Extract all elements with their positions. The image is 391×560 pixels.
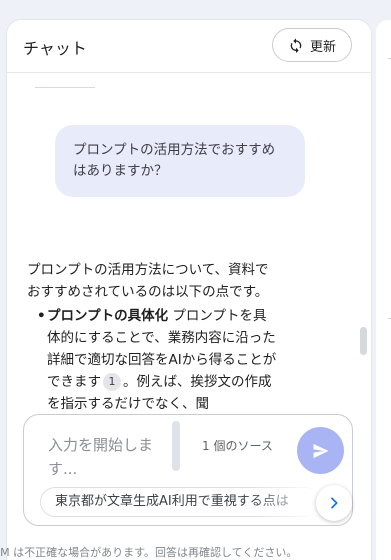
citation-button[interactable]: 1 — [103, 373, 121, 391]
source-count: 1 個のソース — [202, 439, 273, 453]
send-icon — [313, 443, 328, 458]
refresh-icon — [290, 38, 302, 53]
chat-title: チャット — [23, 39, 87, 58]
messages-scrollbar[interactable] — [360, 327, 367, 355]
adjacent-panel-edge — [376, 20, 391, 560]
response-list: プロンプトの具体化 プロンプトを具体的にすることで、業務内容に沿った詳細で適切な… — [27, 305, 277, 415]
next-suggestion-button[interactable] — [316, 485, 352, 521]
chat-input[interactable]: 入力を開始します... — [48, 433, 158, 481]
list-item: プロンプトの具体化 プロンプトを具体的にすることで、業務内容に沿った詳細で適切な… — [37, 305, 277, 415]
composer: 入力を開始します... 1 個のソース 東京都が文章生成AI利用で重視する点は — [23, 414, 353, 526]
refresh-button[interactable]: 更新 — [272, 28, 352, 62]
send-button[interactable] — [297, 427, 344, 474]
suggested-question-chip[interactable]: 東京都が文章生成AI利用で重視する点は — [40, 487, 320, 517]
response-intro: プロンプトの活用方法について、資料でおすすめされているのは以下の点です。 — [27, 262, 269, 300]
divider — [35, 87, 95, 88]
assistant-response: プロンプトの活用方法について、資料でおすすめされているのは以下の点です。 プロン… — [27, 259, 277, 415]
disclaimer-text: LM は不正確な場合があります。回答は再確認してください。 — [0, 546, 298, 559]
user-message-bubble: プロンプトの活用方法でおすすめはありますか？ — [55, 125, 305, 197]
chat-panel: チャット 更新 プロンプトの活用方法でおすすめはありますか？ プロンプトの活用方… — [7, 20, 371, 560]
chat-header: チャット 更新 — [7, 20, 371, 73]
chevron-right-icon — [331, 497, 338, 509]
refresh-label: 更新 — [309, 39, 336, 55]
list-item-heading: プロンプトの具体化 — [47, 308, 169, 324]
chat-messages[interactable]: プロンプトの活用方法でおすすめはありますか？ プロンプトの活用方法について、資料… — [7, 73, 371, 429]
input-scrollbar[interactable] — [172, 421, 180, 471]
